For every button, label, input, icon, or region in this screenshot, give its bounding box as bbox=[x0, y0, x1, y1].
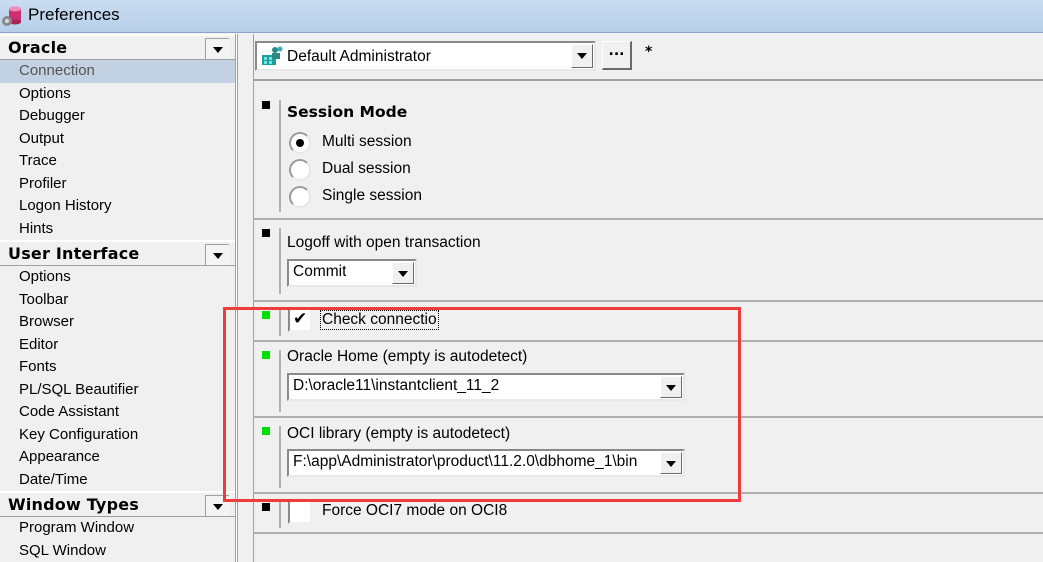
setting-label: Logoff with open transaction bbox=[287, 234, 481, 251]
database-gear-icon bbox=[2, 6, 21, 26]
profile-row: Default Administrator ... * bbox=[254, 34, 1043, 81]
sidebar-item-editor[interactable]: Editor bbox=[0, 334, 235, 357]
section-title: Session Mode bbox=[287, 103, 408, 121]
sidebar-item-ui-options[interactable]: Options bbox=[0, 266, 235, 289]
logoff-action-select[interactable]: Commit bbox=[287, 259, 417, 287]
sidebar-item-sql-window[interactable]: SQL Window bbox=[0, 540, 235, 562]
separator bbox=[279, 310, 281, 336]
oracle-home-section: Oracle Home (empty is autodetect) D:\ora… bbox=[254, 344, 1043, 418]
collapse-group-button[interactable] bbox=[205, 495, 229, 516]
sidebar-item-toolbar[interactable]: Toolbar bbox=[0, 289, 235, 312]
radio-button[interactable] bbox=[289, 132, 311, 154]
setting-marker bbox=[262, 503, 270, 511]
checkmark-icon: ✔ bbox=[293, 309, 308, 329]
setting-marker bbox=[262, 311, 270, 319]
radio-label: Single session bbox=[322, 187, 422, 204]
sidebar-item-browser[interactable]: Browser bbox=[0, 311, 235, 334]
logoff-section: Logoff with open transaction Commit bbox=[254, 222, 1043, 302]
setting-label: OCI library (empty is autodetect) bbox=[287, 425, 511, 442]
sidebar-item-plsql-beautifier[interactable]: PL/SQL Beautifier bbox=[0, 379, 235, 402]
profile-select[interactable]: Default Administrator bbox=[255, 41, 596, 71]
separator bbox=[279, 350, 281, 412]
sidebar-group-oracle[interactable]: Oracle bbox=[0, 34, 235, 60]
title-bar: Preferences bbox=[0, 0, 1043, 33]
group-label: Window Types bbox=[8, 495, 139, 514]
pane-splitter[interactable] bbox=[236, 34, 254, 562]
setting-marker bbox=[262, 427, 270, 435]
sidebar-item-debugger[interactable]: Debugger bbox=[0, 105, 235, 128]
separator bbox=[279, 228, 281, 294]
dropdown-button[interactable] bbox=[660, 452, 682, 474]
group-label: Oracle bbox=[8, 38, 68, 57]
chevron-down-icon bbox=[666, 385, 676, 391]
window-title: Preferences bbox=[28, 5, 120, 24]
radio-label: Multi session bbox=[322, 133, 412, 150]
edit-profiles-button[interactable]: ... bbox=[602, 41, 632, 70]
sidebar-item-code-assistant[interactable]: Code Assistant bbox=[0, 401, 235, 424]
sidebar-item-profiler[interactable]: Profiler bbox=[0, 173, 235, 196]
sidebar-item-program-window[interactable]: Program Window bbox=[0, 517, 235, 540]
check-connection-section: ✔ Check connectio bbox=[254, 304, 1043, 342]
chevron-down-icon bbox=[666, 461, 676, 467]
chevron-down-icon bbox=[213, 253, 223, 259]
setting-marker bbox=[262, 229, 270, 237]
oci-library-section: OCI library (empty is autodetect) F:\app… bbox=[254, 420, 1043, 494]
profile-value: Default Administrator bbox=[287, 48, 431, 65]
sidebar-group-user-interface[interactable]: User Interface bbox=[0, 240, 235, 266]
setting-label: Oracle Home (empty is autodetect) bbox=[287, 348, 528, 365]
force-oci7-section: Force OCI7 mode on OCI8 bbox=[254, 496, 1043, 534]
sidebar-group-window-types[interactable]: Window Types bbox=[0, 491, 235, 517]
chevron-down-icon bbox=[398, 271, 408, 277]
sidebar-item-logon-history[interactable]: Logon History bbox=[0, 195, 235, 218]
radio-button[interactable] bbox=[289, 186, 311, 208]
chevron-down-icon bbox=[577, 53, 587, 59]
combobox-value[interactable]: D:\oracle11\instantclient_11_2 bbox=[293, 377, 657, 395]
chevron-down-icon bbox=[213, 47, 223, 53]
sidebar-item-key-configuration[interactable]: Key Configuration bbox=[0, 424, 235, 447]
preferences-sidebar: Oracle Connection Options Debugger Outpu… bbox=[0, 34, 236, 562]
profile-dropdown-button[interactable] bbox=[571, 44, 593, 68]
setting-marker bbox=[262, 101, 270, 109]
separator bbox=[279, 100, 281, 212]
user-group-icon bbox=[262, 46, 283, 65]
sidebar-item-appearance[interactable]: Appearance bbox=[0, 446, 235, 469]
sidebar-item-date-time[interactable]: Date/Time bbox=[0, 469, 235, 492]
check-connection-checkbox[interactable]: ✔ bbox=[288, 308, 312, 332]
radio-label: Dual session bbox=[322, 160, 411, 177]
separator bbox=[279, 426, 281, 488]
dropdown-button[interactable] bbox=[660, 376, 682, 398]
sidebar-item-hints[interactable]: Hints bbox=[0, 218, 235, 241]
session-mode-section: Session Mode Multi session Dual session … bbox=[254, 94, 1043, 220]
sidebar-item-trace[interactable]: Trace bbox=[0, 150, 235, 173]
force-oci7-checkbox[interactable] bbox=[288, 500, 312, 524]
checkbox-label: Force OCI7 mode on OCI8 bbox=[322, 502, 508, 519]
sidebar-item-connection[interactable]: Connection bbox=[0, 60, 235, 83]
setting-marker bbox=[262, 351, 270, 359]
modified-indicator: * bbox=[645, 44, 653, 60]
collapse-group-button[interactable] bbox=[205, 38, 229, 59]
checkbox-label[interactable]: Check connectio bbox=[320, 310, 439, 330]
separator bbox=[279, 502, 281, 528]
radio-button[interactable] bbox=[289, 159, 311, 181]
oci-library-combobox[interactable]: F:\app\Administrator\product\11.2.0\dbho… bbox=[287, 449, 685, 477]
sidebar-item-output[interactable]: Output bbox=[0, 128, 235, 151]
oracle-home-combobox[interactable]: D:\oracle11\instantclient_11_2 bbox=[287, 373, 685, 401]
connection-settings-panel: Default Administrator ... * Session Mode… bbox=[254, 34, 1043, 562]
sidebar-item-fonts[interactable]: Fonts bbox=[0, 356, 235, 379]
chevron-down-icon bbox=[213, 504, 223, 510]
dropdown-button[interactable] bbox=[392, 262, 414, 284]
select-value: Commit bbox=[293, 263, 347, 280]
combobox-value[interactable]: F:\app\Administrator\product\11.2.0\dbho… bbox=[293, 453, 657, 471]
collapse-group-button[interactable] bbox=[205, 244, 229, 265]
splitter-line bbox=[237, 34, 238, 562]
group-label: User Interface bbox=[8, 244, 140, 263]
radio-dot-icon bbox=[296, 139, 304, 147]
sidebar-item-options[interactable]: Options bbox=[0, 83, 235, 106]
